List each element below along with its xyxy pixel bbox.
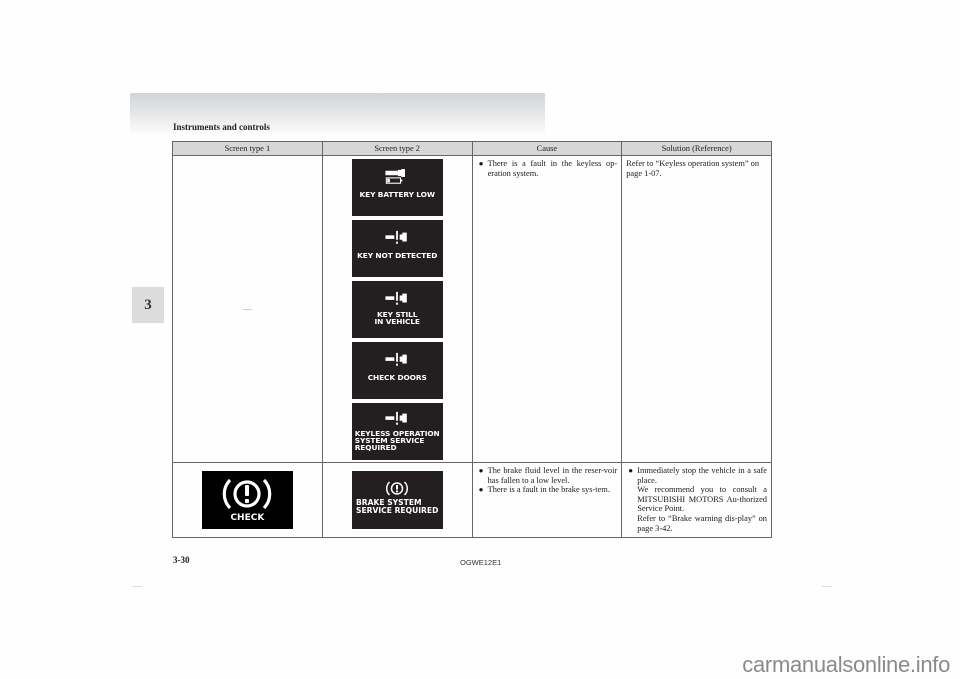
watermark: carmanualsonline.info: [742, 652, 950, 677]
solution-cell: Refer to “Keyless operation system” on p…: [621, 155, 772, 463]
chapter-tab: 3: [132, 287, 164, 323]
bullet-icon: ●: [628, 466, 634, 475]
display-label: KEYLESS OPERATION SYSTEM SERVICE REQUIRE…: [354, 429, 440, 453]
bullet-icon: ●: [478, 159, 484, 168]
column-header-cause: Cause: [471, 141, 623, 156]
brake-warning-icon: [223, 478, 272, 510]
column-header-solution: Solution (Reference): [621, 141, 772, 156]
bullet-icon: ●: [478, 485, 484, 495]
key-warning-icon: [385, 352, 407, 366]
solution-reference: Refer to “Keyless operation system” on p…: [626, 159, 760, 178]
screen-type-1-cell: CHECK: [172, 462, 323, 538]
table-row: CHECK BRAKE SYSTEM SERVICE REQUIRED ● Th…: [172, 462, 772, 538]
solution-item: ● Immediately stop the vehicle in a safe…: [626, 466, 767, 533]
table-row: — KEY BATTERY LOW KEY NOT DETECTED KEY S…: [172, 155, 772, 463]
display-label: CHECK DOORS: [367, 373, 427, 382]
crop-mark: [822, 586, 832, 587]
solution-reference: Refer to “Brake warning dis-play” on pag…: [637, 513, 767, 533]
cause-item: ● There is a fault in the keyless op-era…: [478, 159, 618, 178]
solution-cell: ● Immediately stop the vehicle in a safe…: [621, 462, 772, 538]
display-label: CHECK: [230, 513, 265, 523]
not-applicable-dash: —: [243, 304, 252, 314]
key-not-detected-display: KEY NOT DETECTED: [351, 220, 443, 277]
keyless-operation-service-display: KEYLESS OPERATION SYSTEM SERVICE REQUIRE…: [351, 403, 443, 460]
page-number: 3-30: [173, 555, 190, 565]
key-battery-low-display: KEY BATTERY LOW: [351, 159, 443, 216]
check-doors-display: CHECK DOORS: [351, 342, 443, 399]
brake-warning-icon: [386, 481, 409, 496]
screen-type-2-cell: KEY BATTERY LOW KEY NOT DETECTED KEY STI…: [321, 155, 473, 463]
brake-check-display: CHECK: [201, 471, 293, 529]
solution-step: Immediately stop the vehicle in a safe p…: [637, 466, 767, 485]
warning-display-table: Screen type 1 Screen type 2 Cause Soluti…: [172, 141, 772, 538]
document-code: OGWE12E1: [460, 558, 502, 567]
column-header-screen-type-1: Screen type 1: [172, 141, 323, 156]
key-warning-icon: [385, 411, 407, 425]
screen-type-2-cell: BRAKE SYSTEM SERVICE REQUIRED: [321, 462, 473, 538]
section-title: Instruments and controls: [173, 122, 270, 132]
key-battery-icon: [385, 169, 406, 184]
brake-system-service-display: BRAKE SYSTEM SERVICE REQUIRED: [351, 471, 443, 529]
display-label: BRAKE SYSTEM SERVICE REQUIRED: [355, 498, 439, 515]
key-still-in-vehicle-display: KEY STILL IN VEHICLE: [351, 281, 443, 338]
cause-item: ● There is a fault in the brake sys-tem.: [478, 485, 610, 495]
solution-note: We recommend you to consult a MITSUBISHI…: [637, 485, 767, 514]
key-warning-icon: [385, 291, 407, 305]
display-label: KEY NOT DETECTED: [357, 251, 438, 260]
table-header-row: Screen type 1 Screen type 2 Cause Soluti…: [172, 141, 772, 156]
display-label: KEY STILL IN VEHICLE: [374, 310, 420, 327]
cause-cell: ● There is a fault in the keyless op-era…: [471, 155, 623, 463]
display-label: KEY BATTERY LOW: [359, 190, 435, 199]
screen-type-1-cell: —: [172, 155, 323, 463]
cause-item: ● The brake fluid level in the reser-voi…: [478, 466, 618, 485]
column-header-screen-type-2: Screen type 2: [321, 141, 473, 156]
cause-cell: ● The brake fluid level in the reser-voi…: [471, 462, 623, 538]
bullet-icon: ●: [478, 466, 484, 475]
key-warning-icon: [385, 230, 407, 244]
crop-mark: [132, 586, 142, 587]
